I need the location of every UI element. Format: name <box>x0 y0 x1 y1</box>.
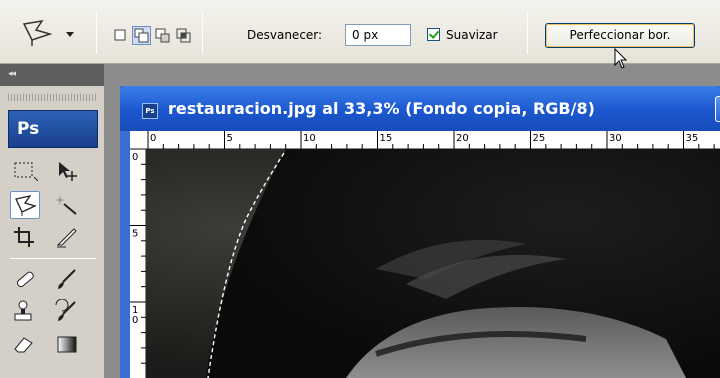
chevron-down-icon <box>66 32 74 37</box>
tool-preset-picker[interactable] <box>16 18 78 50</box>
history-brush-tool[interactable] <box>52 298 82 326</box>
photo-content <box>146 149 720 378</box>
ruler-label: 25 <box>533 133 546 144</box>
magic-wand-icon <box>55 195 77 215</box>
marquee-icon <box>14 162 38 182</box>
intersect-selection-icon[interactable] <box>175 27 192 44</box>
ruler-label: 15 <box>380 133 393 144</box>
feather-label: Desvanecer: <box>247 28 323 42</box>
refine-edge-button[interactable]: Perfeccionar bor. <box>545 23 695 48</box>
subtract-from-selection-icon[interactable] <box>154 27 171 44</box>
minimize-button[interactable] <box>715 96 720 122</box>
add-to-selection-icon[interactable] <box>132 26 151 45</box>
polygonal-lasso-icon <box>22 19 53 46</box>
antialias-checkbox[interactable] <box>427 28 440 41</box>
ruler-label: 0 <box>132 315 138 326</box>
feather-input[interactable]: 0 px <box>345 24 411 46</box>
history-brush-icon <box>55 299 76 321</box>
image-canvas[interactable] <box>146 149 720 378</box>
divider <box>10 258 96 259</box>
clone-stamp-icon <box>14 300 32 321</box>
polygonal-lasso-icon <box>15 195 37 216</box>
divider <box>96 12 97 54</box>
vertical-ruler-ticks: 0510 <box>130 148 146 364</box>
slice-tool[interactable] <box>52 224 82 252</box>
eraser-icon <box>14 337 33 353</box>
ruler-label: 35 <box>686 133 699 144</box>
ruler-label: 0 <box>150 133 156 144</box>
eraser-tool[interactable] <box>10 331 40 359</box>
ruler-label: 10 <box>303 133 316 144</box>
gradient-icon <box>57 336 77 353</box>
brush-tool[interactable] <box>52 266 82 294</box>
collapse-icon[interactable]: ◂◂ <box>8 69 16 79</box>
document-title: restauracion.jpg al 33,3% (Fondo copia, … <box>168 99 595 118</box>
antialias-label: Suavizar <box>446 28 498 42</box>
clone-stamp-tool[interactable] <box>10 298 40 326</box>
brush-icon <box>58 269 76 289</box>
ruler-label: 5 <box>227 133 233 144</box>
document-window: Ps restauracion.jpg al 33,3% (Fondo copi… <box>120 86 720 378</box>
document-titlebar[interactable]: Ps restauracion.jpg al 33,3% (Fondo copi… <box>120 86 720 131</box>
document-icon: Ps <box>142 103 158 119</box>
vertical-ruler[interactable]: 0510 <box>130 148 146 378</box>
gradient-tool[interactable] <box>52 331 82 359</box>
ruler-label: 20 <box>456 133 469 144</box>
marquee-tool[interactable] <box>10 158 40 186</box>
crop-tool[interactable] <box>10 224 40 252</box>
panel-grip[interactable] <box>8 94 98 101</box>
magic-wand-tool[interactable] <box>52 191 82 219</box>
logo-text: Ps <box>17 119 40 139</box>
polygonal-lasso-tool[interactable] <box>10 191 40 219</box>
options-bar: Desvanecer: 0 px Suavizar Perfeccionar b… <box>0 0 720 64</box>
ruler-label: 0 <box>132 152 138 163</box>
ruler-label: 5 <box>132 229 138 240</box>
ruler-label: 30 <box>609 133 622 144</box>
mouse-cursor-icon <box>614 48 628 69</box>
slice-icon <box>56 228 77 248</box>
tools-panel: Ps <box>0 86 104 378</box>
move-tool[interactable] <box>52 158 82 186</box>
move-icon <box>59 162 77 181</box>
healing-brush-icon <box>16 271 34 288</box>
new-selection-icon[interactable] <box>112 27 129 44</box>
crop-icon <box>14 227 34 247</box>
horizontal-ruler[interactable]: 0 5 10 15 20 25 30 35 <box>130 131 720 149</box>
healing-brush-tool[interactable] <box>10 266 40 294</box>
photoshop-logo[interactable]: Ps <box>8 110 98 148</box>
divider <box>527 12 528 54</box>
divider <box>202 12 203 54</box>
tools-panel-header[interactable]: ◂◂ <box>0 64 104 86</box>
horizontal-ruler-ticks: 0 5 10 15 20 25 30 35 <box>147 131 715 149</box>
